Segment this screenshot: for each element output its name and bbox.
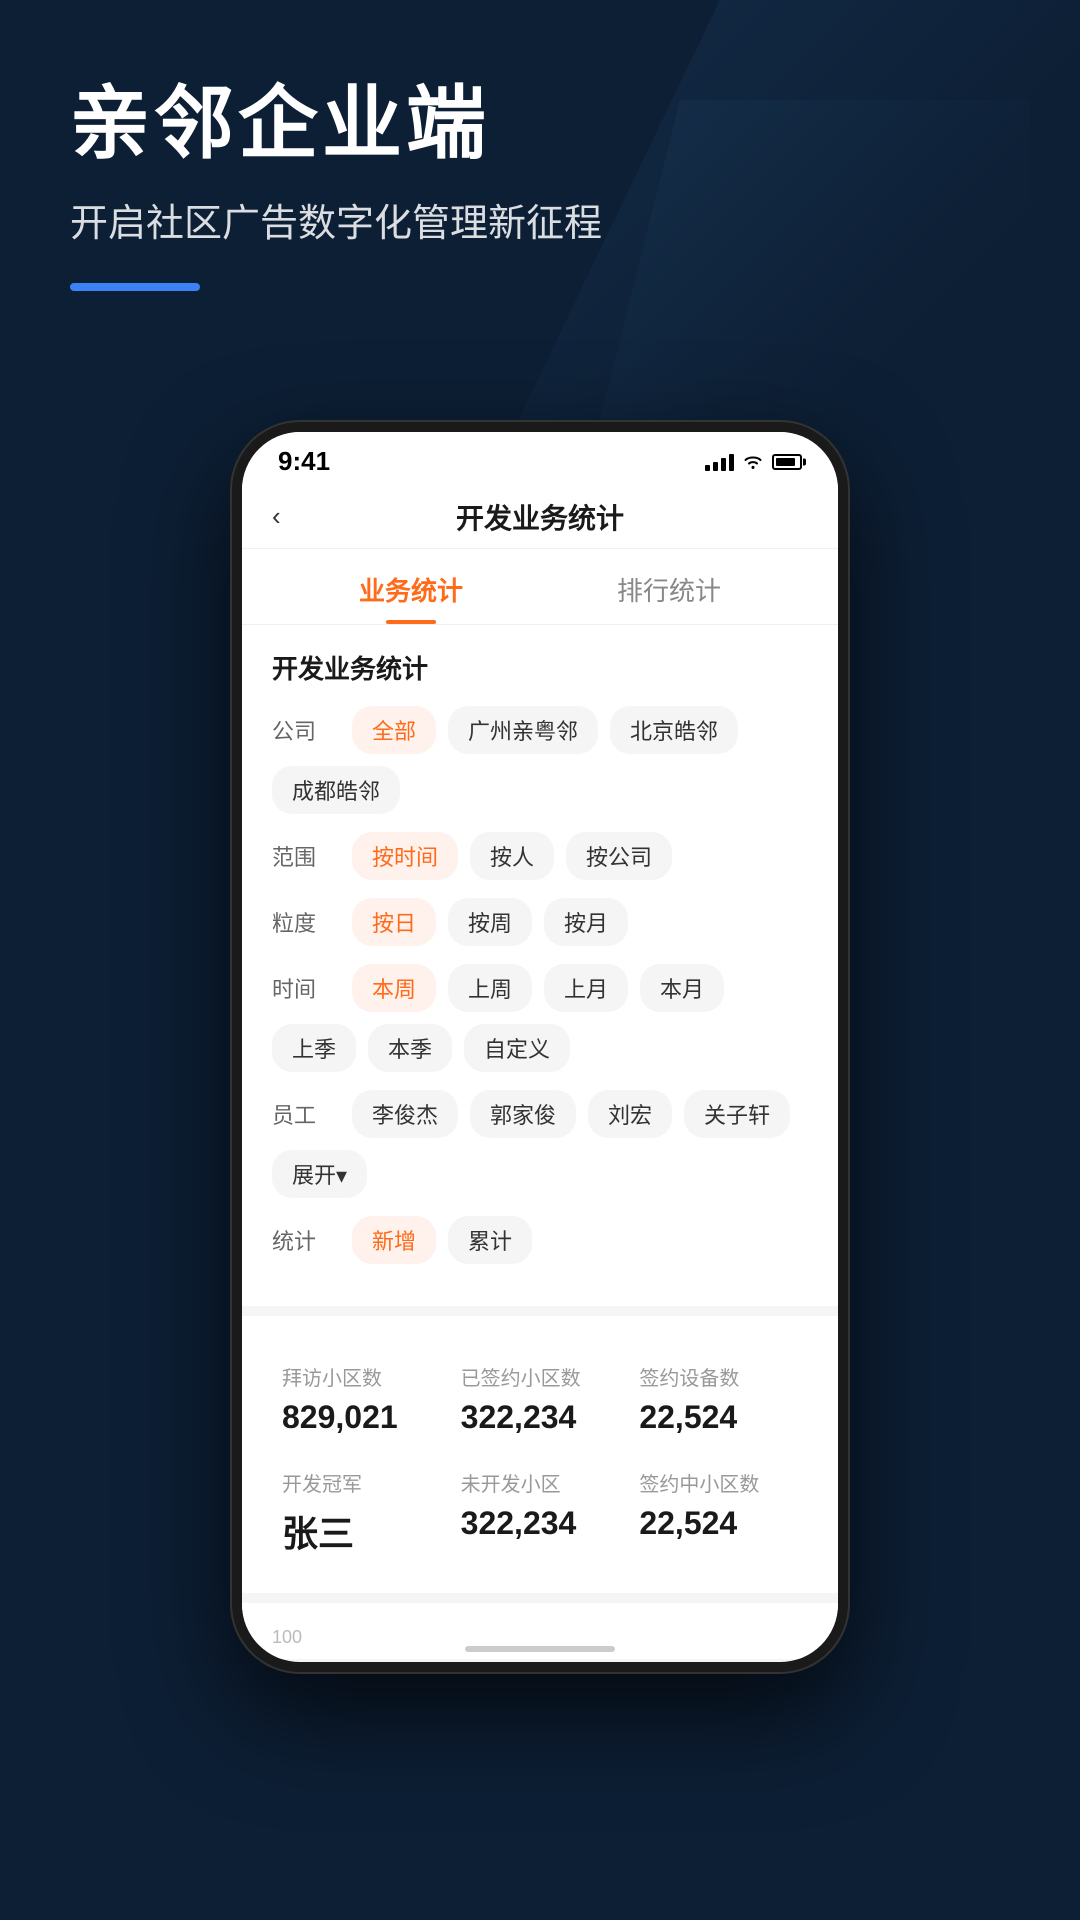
stat-value-1: 322,234 (461, 1399, 620, 1436)
filter-tag-expand[interactable]: 展开▾ (272, 1150, 367, 1198)
filter-tag-cumulative[interactable]: 累计 (448, 1216, 532, 1264)
stat-label-2: 签约设备数 (639, 1362, 798, 1391)
filter-label-employee: 员工 (272, 1098, 332, 1130)
stat-value-4: 322,234 (461, 1505, 620, 1542)
filter-tag-lastmonth[interactable]: 上月 (544, 964, 628, 1012)
status-icons (705, 453, 802, 471)
filter-tag-emp2[interactable]: 郭家俊 (470, 1090, 576, 1138)
content-divider-2 (242, 1593, 838, 1603)
filter-tag-cd[interactable]: 成都皓邻 (272, 766, 400, 814)
back-button[interactable]: ‹ (272, 501, 281, 532)
filter-tag-thisweek[interactable]: 本周 (352, 964, 436, 1012)
battery-fill (776, 458, 795, 466)
phone-frame: 9:41 (230, 420, 850, 1674)
filter-tag-bytime[interactable]: 按时间 (352, 832, 458, 880)
stat-label-4: 未开发小区 (461, 1468, 620, 1497)
filter-tag-custom[interactable]: 自定义 (464, 1024, 570, 1072)
filter-tag-lastweek[interactable]: 上周 (448, 964, 532, 1012)
stat-label-1: 已签约小区数 (461, 1362, 620, 1391)
nav-title: 开发业务统计 (456, 497, 624, 537)
stat-label-0: 拜访小区数 (282, 1362, 441, 1391)
filter-row-statstype: 统计 新增 累计 (272, 1216, 808, 1264)
app-content: ‹ 开发业务统计 业务统计 排行统计 开发业务统计 公司 全部 广州亲粤邻 (242, 485, 838, 1659)
wifi-icon (742, 453, 764, 471)
chart-y-axis: 100 75 50 25 (272, 1627, 302, 1659)
filter-label-granularity: 粒度 (272, 906, 332, 938)
filter-tag-gz[interactable]: 广州亲粤邻 (448, 706, 598, 754)
stat-item-1: 已签约小区数 322,234 (451, 1346, 630, 1452)
tab-ranking-stats[interactable]: 排行统计 (540, 549, 798, 624)
signal-bar-2 (713, 462, 718, 471)
stat-label-5: 签约中小区数 (639, 1468, 798, 1497)
content-divider-1 (242, 1306, 838, 1316)
filter-label-time: 时间 (272, 972, 332, 1004)
filter-label-company: 公司 (272, 714, 332, 746)
filter-tag-thismonth[interactable]: 本月 (640, 964, 724, 1012)
status-bar: 9:41 (242, 432, 838, 485)
tabs-bar: 业务统计 排行统计 (242, 549, 838, 625)
filter-row-employee: 员工 李俊杰 郭家俊 刘宏 关子轩 展开▾ (272, 1090, 808, 1198)
stat-value-5: 22,524 (639, 1505, 798, 1542)
filter-section-title: 开发业务统计 (272, 649, 808, 686)
filter-tag-emp3[interactable]: 刘宏 (588, 1090, 672, 1138)
stat-value-0: 829,021 (282, 1399, 441, 1436)
main-title: 亲邻企业端 (70, 80, 1010, 168)
stats-section: 拜访小区数 829,021 已签约小区数 322,234 签约设备数 22,52… (242, 1326, 838, 1593)
filter-tag-all[interactable]: 全部 (352, 706, 436, 754)
signal-bar-3 (721, 458, 726, 471)
filter-tag-bymonth[interactable]: 按月 (544, 898, 628, 946)
filter-row-granularity: 粒度 按日 按周 按月 (272, 898, 808, 946)
blue-accent-bar (70, 283, 200, 291)
filter-row-time: 时间 本周 上周 上月 本月 上季 本季 自定义 (272, 964, 808, 1072)
filter-tag-lastseason[interactable]: 上季 (272, 1024, 356, 1072)
signal-bar-4 (729, 454, 734, 471)
stat-label-3: 开发冠军 (282, 1468, 441, 1497)
filter-section: 开发业务统计 公司 全部 广州亲粤邻 北京皓邻 成都皓邻 范围 按时间 按人 (242, 625, 838, 1306)
stat-item-4: 未开发小区 322,234 (451, 1452, 630, 1573)
tab-business-stats[interactable]: 业务统计 (282, 549, 540, 624)
phone-screen: 9:41 (242, 432, 838, 1662)
filter-row-company: 公司 全部 广州亲粤邻 北京皓邻 成都皓邻 (272, 706, 808, 814)
filter-label-statstype: 统计 (272, 1224, 332, 1256)
filter-label-scope: 范围 (272, 840, 332, 872)
stat-item-0: 拜访小区数 829,021 (272, 1346, 451, 1452)
filter-tag-emp4[interactable]: 关子轩 (684, 1090, 790, 1138)
status-time: 9:41 (278, 446, 330, 477)
nav-bar: ‹ 开发业务统计 (242, 485, 838, 549)
filter-tag-new[interactable]: 新增 (352, 1216, 436, 1264)
filter-tag-emp1[interactable]: 李俊杰 (352, 1090, 458, 1138)
signal-bar-1 (705, 465, 710, 471)
filter-tag-byperson[interactable]: 按人 (470, 832, 554, 880)
chart-area: 100 75 50 25 (272, 1627, 808, 1659)
filter-row-scope: 范围 按时间 按人 按公司 (272, 832, 808, 880)
phone-mockup: 9:41 (230, 420, 850, 1674)
home-indicator (465, 1646, 615, 1652)
y-label-100: 100 (272, 1627, 302, 1648)
stat-item-5: 签约中小区数 22,524 (629, 1452, 808, 1573)
stat-value-3: 张三 (282, 1505, 441, 1557)
subtitle: 开启社区广告数字化管理新征程 (70, 192, 1010, 247)
filter-tag-bj[interactable]: 北京皓邻 (610, 706, 738, 754)
signal-icon (705, 453, 734, 471)
stat-item-2: 签约设备数 22,524 (629, 1346, 808, 1452)
stat-value-2: 22,524 (639, 1399, 798, 1436)
filter-tag-bycompany[interactable]: 按公司 (566, 832, 672, 880)
stats-grid: 拜访小区数 829,021 已签约小区数 322,234 签约设备数 22,52… (272, 1346, 808, 1573)
filter-tag-thisseason[interactable]: 本季 (368, 1024, 452, 1072)
filter-tag-byweek[interactable]: 按周 (448, 898, 532, 946)
filter-tag-byday[interactable]: 按日 (352, 898, 436, 946)
battery-icon (772, 454, 802, 470)
stat-item-3: 开发冠军 张三 (272, 1452, 451, 1573)
header-section: 亲邻企业端 开启社区广告数字化管理新征程 (70, 80, 1010, 291)
